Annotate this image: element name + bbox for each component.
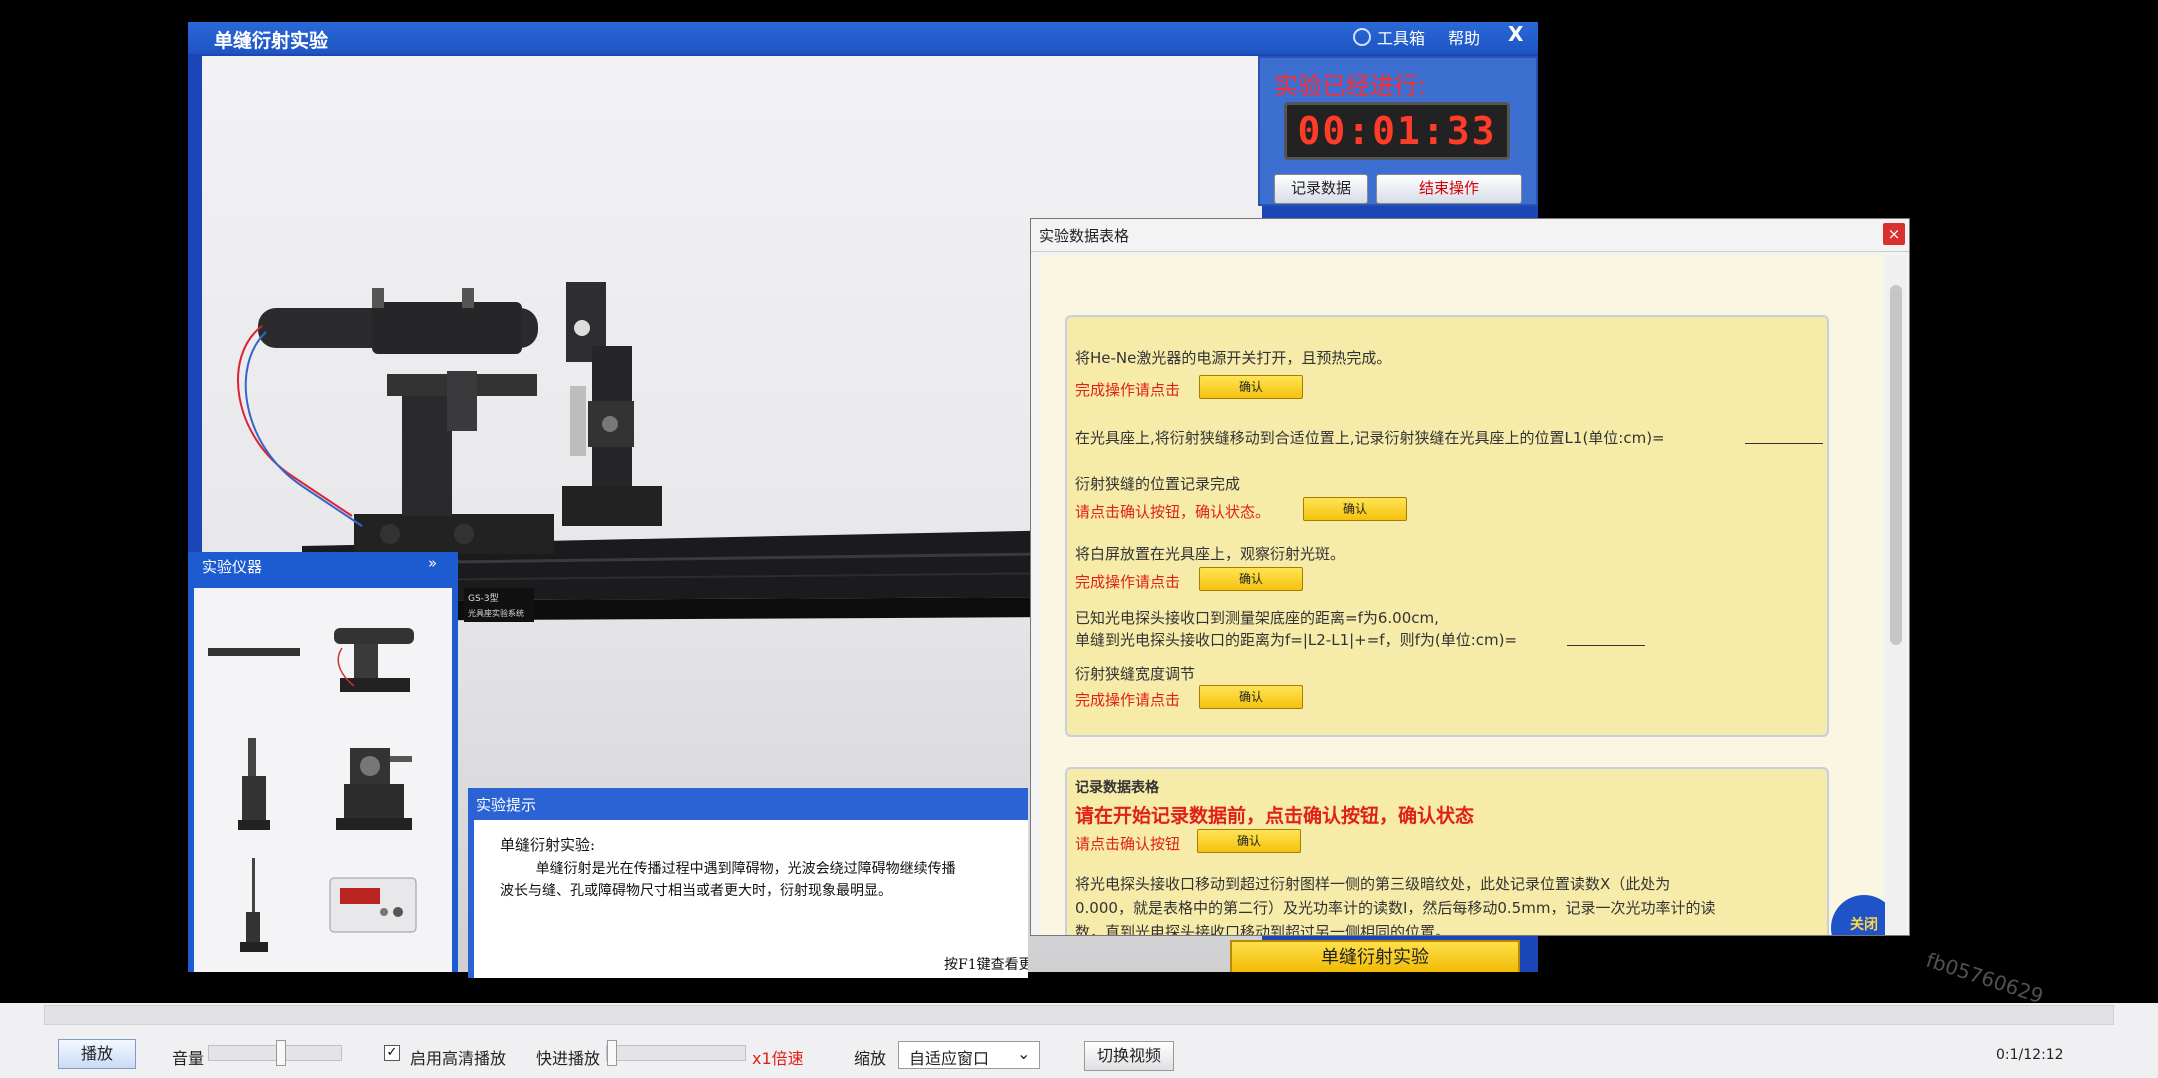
toolbox-label: 工具箱 [1377,29,1426,48]
record-desc-line2: 0.000，就是表格中的第二行）及光功率计的读数I，然后每移动0.5mm，记录一… [1075,899,1716,917]
laser-mount-icon [334,628,414,692]
data-table-scrollbar[interactable] [1885,255,1907,935]
instrument-photodetector[interactable] [324,728,424,838]
instrument-slit-holder[interactable] [224,728,324,838]
volume-slider[interactable] [208,1040,342,1066]
zoom-label: 缩放 [854,1049,887,1068]
step3-text: 衍射狭缝的位置记录完成 [1075,475,1241,493]
data-table-window: 实验数据表格 × 将He-Ne激光器的电源开关打开，且预热完成。 完成操作请点击… [1030,218,1910,936]
fast-forward-label: 快进播放 [536,1049,601,1068]
step6-text: 衍射狭缝宽度调节 [1075,665,1196,683]
record-table-title: 记录数据表格 [1075,780,1159,796]
instrument-probe-stand[interactable] [224,852,324,962]
record-desc-line1: 将光电探头接收口移动到超过衍射图样一侧的第三级暗纹处，此处记录位置读数X（此处为 [1075,875,1671,893]
record-data-button[interactable]: 记录数据 [1274,174,1368,204]
zoom-select[interactable]: 自适应窗口 ⌄ [898,1041,1040,1069]
elapsed-time: 00:01:33 [1297,109,1497,153]
probe-stand-icon [240,858,268,952]
toolbox-icon [1353,28,1371,46]
step4-prompt: 完成操作请点击 [1075,573,1181,591]
hint-text: 单缝衍射是光在传播过程中遇到障碍物，光波会绕过障碍物继续传播 波长与缝、孔或障碍… [500,861,956,899]
equipment-system-label: 光具座实验系统 [468,608,524,618]
data-table-title: 实验数据表格 [1039,227,1130,245]
record-prompt: 请点击确认按钮 [1075,835,1181,853]
instrument-panel-title: 实验仪器 [202,558,263,576]
record-data-section: 记录数据表格 请在开始记录数据前，点击确认按钮，确认状态 请点击确认按钮 确认 … [1065,767,1829,936]
double-chevron-down-icon[interactable]: » [428,554,437,572]
hint-dialog-title: 实验提示 [476,796,537,814]
end-operation-button[interactable]: 结束操作 [1376,174,1522,204]
hint-footer: 按F1键查看更 [944,957,1028,973]
timer-label: 实验已经进行: [1274,72,1427,100]
instrument-optical-rail[interactable] [204,608,304,718]
app-titlebar: 单缝衍射实验 工具箱 帮助 X [188,22,1538,54]
step4-confirm-button[interactable]: 确认 [1199,567,1303,591]
photodetector-icon [336,748,412,830]
watermark: fb05760629 [1923,947,2047,1009]
speed-slider-handle[interactable] [607,1040,617,1066]
hint-dialog-body: 单缝衍射实验: 单缝衍射是光在传播过程中遇到障碍物，光波会绕过障碍物继续传播 波… [474,820,1028,978]
playback-progress-bar[interactable] [44,1005,2114,1025]
video-player-bar: 播放 音量 ✓ 启用高清播放 快进播放 x1倍速 缩放 自适应窗口 ⌄ 切换视频… [0,1003,2158,1078]
steps-section: 将He-Ne激光器的电源开关打开，且预热完成。 完成操作请点击 确认 在光具座上… [1065,315,1829,737]
volume-label: 音量 [172,1049,205,1068]
hint-heading: 单缝衍射实验: [500,836,596,854]
hd-label: 启用高清播放 [410,1049,507,1068]
playback-time: 0:1/12:12 [1996,1047,2064,1063]
slit-holder-icon [238,738,270,830]
f-input[interactable] [1567,627,1645,646]
instrument-panel: 实验仪器 » [188,552,458,972]
power-meter-icon [329,877,417,933]
scrollbar-thumb[interactable] [1890,285,1902,645]
timer-display: 00:01:33 [1284,102,1510,160]
close-app-button[interactable]: X [1508,22,1523,46]
step1-text: 将He-Ne激光器的电源开关打开，且预热完成。 [1075,349,1392,367]
volume-slider-handle[interactable] [276,1040,286,1066]
data-table-content: 将He-Ne激光器的电源开关打开，且预热完成。 完成操作请点击 确认 在光具座上… [1041,255,1897,936]
step1-prompt: 完成操作请点击 [1075,381,1181,399]
help-button[interactable]: 帮助 [1448,25,1480,49]
step1-confirm-button[interactable]: 确认 [1199,375,1303,399]
step5-text-line1: 已知光电探头接收口到测量架底座的距离=f为6.00cm, [1075,609,1439,627]
step2-text: 在光具座上,将衍射狭缝移动到合适位置上,记录衍射狭缝在光具座上的位置L1(单位:… [1075,429,1665,447]
step5-text-line2: 单缝到光电探头接收口的距离为f=|L2-L1|+=f，则f为(单位:cm)= [1075,631,1518,649]
hint-dialog: 实验提示 单缝衍射实验: 单缝衍射是光在传播过程中遇到障碍物，光波会绕过障碍物继… [468,788,1028,978]
step6-prompt: 完成操作请点击 [1075,691,1181,709]
l1-input[interactable] [1745,425,1823,444]
record-warning: 请在开始记录数据前，点击确认按钮，确认状态 [1075,805,1475,827]
optical-rail-icon [208,648,300,656]
switch-video-button[interactable]: 切换视频 [1084,1041,1174,1071]
chevron-down-icon: ⌄ [1017,1044,1031,1063]
toolbox-button[interactable]: 工具箱 [1353,25,1425,49]
instrument-list [194,588,452,972]
step4-text: 将白屏放置在光具座上，观察衍射光斑。 [1075,545,1346,563]
hd-checkbox[interactable]: ✓ [384,1045,400,1061]
step3-confirm-button[interactable]: 确认 [1303,497,1407,521]
data-table-close-button[interactable]: × [1883,223,1905,245]
data-table-titlebar: 实验数据表格 × [1031,219,1909,252]
speed-slider[interactable] [606,1040,746,1066]
play-button[interactable]: 播放 [58,1039,136,1069]
instrument-power-meter[interactable] [324,852,424,962]
timer-panel: 实验已经进行: 00:01:33 记录数据 结束操作 [1258,56,1538,206]
experiment-name-button[interactable]: 单缝衍射实验 [1230,940,1520,972]
step6-confirm-button[interactable]: 确认 [1199,685,1303,709]
record-desc-line3: 数，直到光电探头接收口移动到超过另一侧相同的位置。 [1075,923,1451,936]
equipment-model-label: GS-3型 [468,593,499,604]
instrument-laser[interactable] [324,608,424,718]
record-confirm-button[interactable]: 确认 [1197,829,1301,853]
step3-prompt: 请点击确认按钮，确认状态。 [1075,503,1271,521]
zoom-select-value: 自适应窗口 [909,1049,990,1068]
app-title: 单缝衍射实验 [214,30,329,52]
speed-value: x1倍速 [752,1049,804,1068]
checkmark-icon: ✓ [386,1045,398,1060]
